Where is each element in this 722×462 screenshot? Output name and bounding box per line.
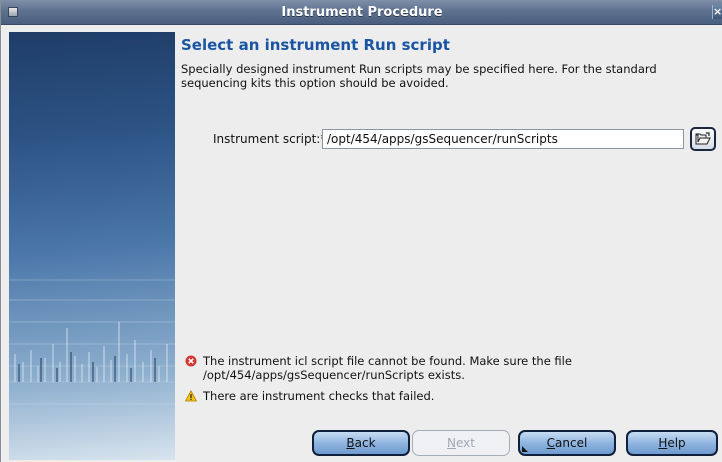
warning-message-text: There are instrument checks that failed.: [203, 389, 435, 403]
window-title: Instrument Procedure: [281, 5, 443, 20]
warning-message: There are instrument checks that failed.: [185, 389, 623, 403]
next-button-label: Next: [447, 436, 475, 450]
help-button-label: Help: [658, 436, 686, 450]
error-icon: [185, 355, 197, 367]
page-heading: Select an instrument Run script: [181, 36, 450, 54]
sequencing-trace-graphic: [9, 279, 175, 405]
help-button[interactable]: Help: [626, 430, 718, 456]
next-button[interactable]: Next: [412, 430, 510, 456]
side-banner-image: [9, 32, 175, 460]
browse-script-button[interactable]: [690, 127, 716, 151]
page-description: Specially designed instrument Run script…: [181, 62, 657, 90]
back-button[interactable]: Back: [312, 430, 410, 456]
warning-icon: [185, 390, 197, 402]
error-message: The instrument icl script file cannot be…: [185, 354, 623, 382]
cancel-button-label: Cancel: [546, 436, 588, 450]
close-icon: ×: [713, 5, 722, 18]
instrument-script-label: Instrument script:*: [213, 132, 327, 146]
back-button-label: Back: [346, 436, 376, 450]
error-message-text: The instrument icl script file cannot be…: [203, 354, 572, 382]
dialog-window: Instrument Procedure × Select an instrum…: [0, 0, 722, 462]
folder-open-icon: [695, 132, 711, 145]
default-indicator-icon: [522, 446, 528, 452]
close-window-button[interactable]: ×: [712, 5, 722, 19]
instrument-script-input[interactable]: [322, 129, 684, 149]
title-bar[interactable]: Instrument Procedure ×: [1, 0, 722, 25]
cancel-button[interactable]: Cancel: [518, 430, 616, 456]
